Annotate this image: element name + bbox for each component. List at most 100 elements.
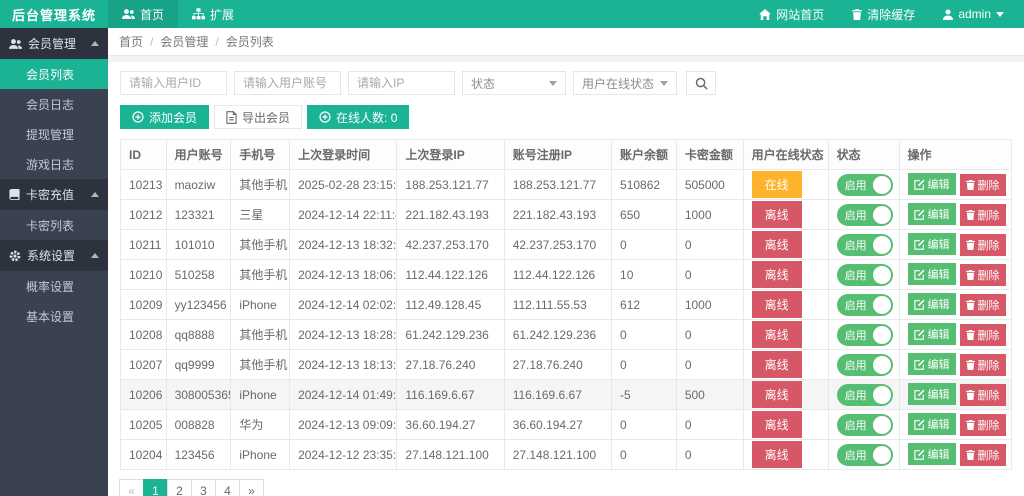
top-nav-extension-label: 扩展 [210,7,235,22]
page-button-1[interactable]: 1 [143,479,168,496]
edit-button[interactable]: 编辑 [907,443,956,466]
cell-account: 308005365 [165,379,232,410]
cell-last-login-time: 2024-12-14 01:49:49 [289,379,398,410]
top-nav-home[interactable]: 首页 [108,0,179,28]
cell-operations: 编辑 删除 [898,439,1013,470]
delete-button[interactable]: 删除 [959,203,1006,226]
delete-button[interactable]: 删除 [959,443,1006,466]
caret-up-icon [91,192,99,197]
top-right-nav: 网站首页 清除缓存 admin [745,0,1024,28]
sidebar-item-member-list[interactable]: 会员列表 [0,59,108,89]
sidebar-item-game-log[interactable]: 游戏日志 [0,149,108,179]
status-toggle[interactable]: 启用 [836,263,893,286]
table-row: 10207qq9999其他手机2024-12-13 18:13:1527.18.… [120,349,1013,380]
cell-account: 123321 [165,199,232,230]
toggle-knob [872,415,891,434]
edit-button[interactable]: 编辑 [907,203,956,226]
cell-last-login-ip: 42.237.253.170 [396,229,505,260]
table-row: 10213maoziw其他手机2025-02-28 23:15:42188.25… [120,169,1013,200]
sidebar-section-card-recharge[interactable]: 卡密充值 [0,179,108,210]
user-id-input[interactable] [120,71,227,95]
cell-account: 008828 [165,409,232,440]
prev-page-button[interactable]: « [119,479,144,496]
edit-button[interactable]: 编辑 [907,233,956,256]
delete-button[interactable]: 删除 [959,413,1006,436]
delete-button[interactable]: 删除 [959,353,1006,376]
user-account-input[interactable] [234,71,341,95]
delete-button[interactable]: 删除 [959,173,1006,196]
edit-button[interactable]: 编辑 [907,383,956,406]
edit-button[interactable]: 编辑 [907,353,956,376]
ip-input[interactable] [348,71,455,95]
status-toggle[interactable]: 启用 [836,233,893,256]
status-toggle[interactable]: 启用 [836,383,893,406]
online-count-button[interactable]: 在线人数: 0 [307,105,410,129]
page-button-3[interactable]: 3 [191,479,216,496]
edit-button[interactable]: 编辑 [907,293,956,316]
cell-id: 10205 [120,409,167,440]
delete-button[interactable]: 删除 [959,233,1006,256]
breadcrumb-item-1[interactable]: 会员管理 [160,33,208,50]
edit-button[interactable]: 编辑 [907,263,956,286]
top-link-admin-user[interactable]: admin [929,0,1018,28]
delete-button-label: 删除 [977,209,1000,222]
edit-button-label: 编辑 [927,209,950,222]
top-link-clear-cache[interactable]: 清除缓存 [838,0,929,28]
delete-button[interactable]: 删除 [959,383,1006,406]
status-select[interactable]: 状态 [462,71,566,95]
column-header: 用户账号 [165,139,232,170]
sitemap-icon [192,8,206,20]
sidebar-item-basic-settings[interactable]: 基本设置 [0,301,108,331]
top-nav-home-label: 首页 [140,7,165,22]
online-status-select[interactable]: 用户在线状态 [573,71,677,95]
edit-button[interactable]: 编辑 [907,413,956,436]
status-toggle[interactable]: 启用 [836,353,893,376]
sidebar-section-member-management[interactable]: 会员管理 [0,28,108,59]
sidebar-section-system-settings[interactable]: 系统设置 [0,240,108,271]
status-toggle[interactable]: 启用 [836,293,893,316]
status-toggle[interactable]: 启用 [836,413,893,436]
status-toggle[interactable]: 启用 [836,323,893,346]
top-nav-extension[interactable]: 扩展 [178,0,248,28]
status-toggle[interactable]: 启用 [836,443,893,466]
sidebar-item-probability-settings[interactable]: 概率设置 [0,271,108,301]
toggle-knob [872,205,891,224]
cell-register-ip: 61.242.129.236 [503,319,613,350]
export-file-icon [226,110,237,124]
top-bar: 后台管理系统 首页 扩展 网站首页 清除缓存 admin [0,0,1024,28]
export-member-button[interactable]: 导出会员 [214,105,303,129]
status-toggle-label: 启用 [844,359,867,372]
breadcrumb-item-0[interactable]: 首页 [119,33,143,50]
delete-button[interactable]: 删除 [959,263,1006,286]
sidebar-item-member-log[interactable]: 会员日志 [0,89,108,119]
breadcrumb: 首页 / 会员管理 / 会员列表 [108,28,1024,56]
search-button[interactable] [686,71,716,95]
delete-button-label: 删除 [977,269,1000,282]
add-member-button[interactable]: 添加会员 [120,105,210,129]
cell-card-amount: 505000 [675,169,744,200]
edit-button-label: 编辑 [927,179,950,192]
page-button-4[interactable]: 4 [215,479,240,496]
status-toggle[interactable]: 启用 [836,173,893,196]
cell-register-ip: 27.18.76.240 [503,349,613,380]
edit-button[interactable]: 编辑 [907,173,956,196]
cell-balance: 510862 [611,169,677,200]
delete-button[interactable]: 删除 [959,323,1006,346]
status-toggle[interactable]: 启用 [836,203,893,226]
delete-button-label: 删除 [977,359,1000,372]
cell-id: 10208 [120,319,167,350]
edit-icon [913,359,925,370]
edit-button-label: 编辑 [927,359,950,372]
delete-button-label: 删除 [977,179,1000,192]
cell-status: 启用 [827,169,900,200]
sidebar-item-card-list[interactable]: 卡密列表 [0,210,108,240]
edit-button[interactable]: 编辑 [907,323,956,346]
top-link-site-home[interactable]: 网站首页 [745,0,838,28]
page-button-2[interactable]: 2 [167,479,192,496]
delete-button[interactable]: 删除 [959,293,1006,316]
sidebar-item-withdraw-management[interactable]: 提现管理 [0,119,108,149]
cell-id: 10210 [120,259,167,290]
cell-status: 启用 [827,229,900,260]
book-icon [9,189,20,200]
next-page-button[interactable]: » [239,479,264,496]
